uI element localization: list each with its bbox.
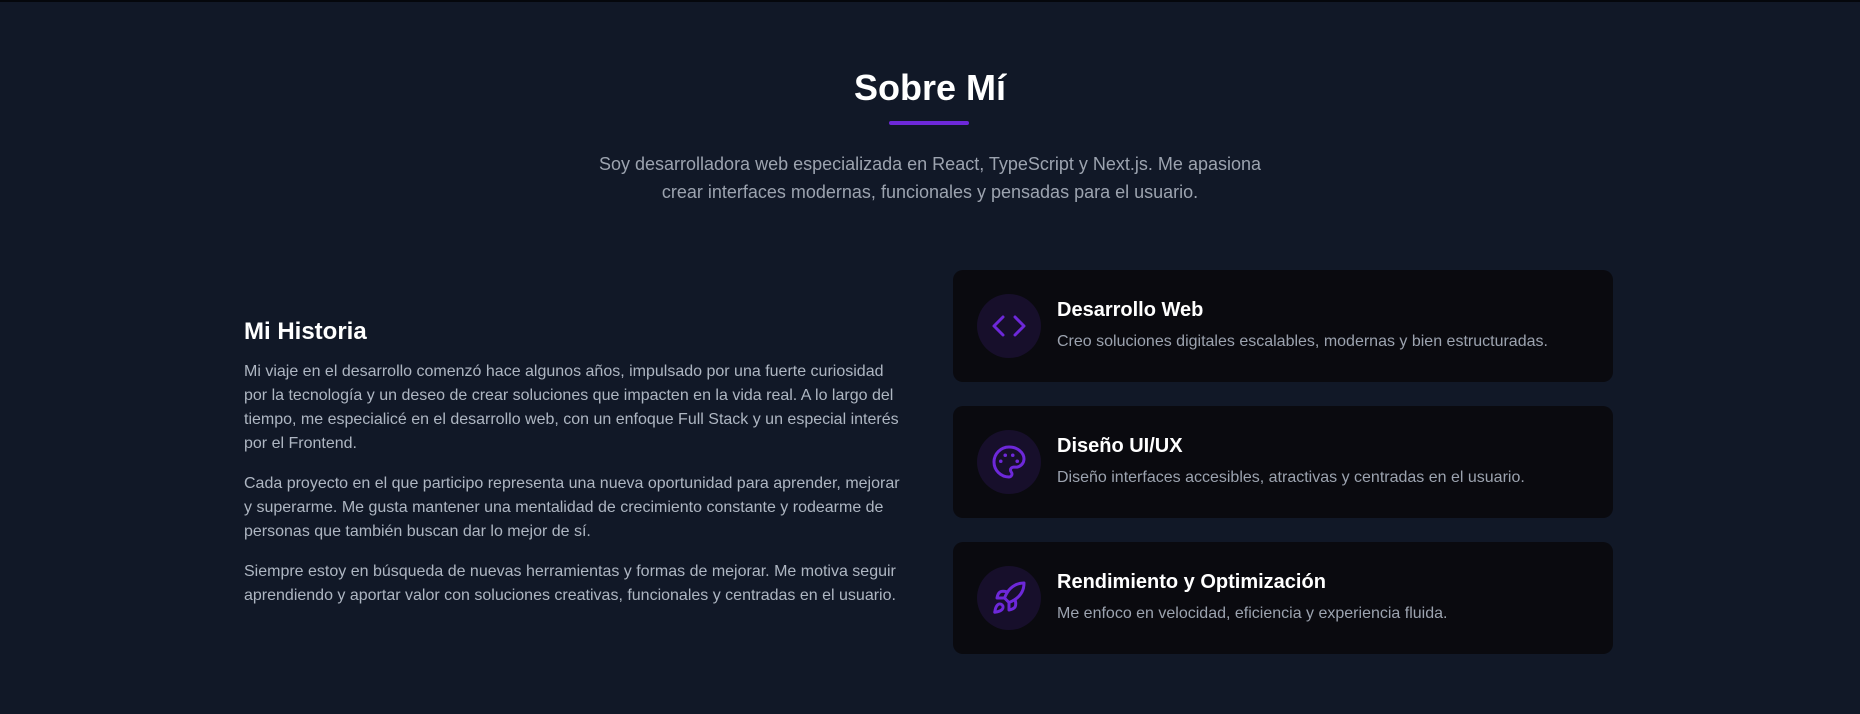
card-description: Diseño interfaces accesibles, atractivas… <box>1057 469 1525 486</box>
card-title: Rendimiento y Optimización <box>1057 571 1326 593</box>
top-border <box>0 0 1860 2</box>
card-description: Creo soluciones digitales escalables, mo… <box>1057 333 1548 350</box>
section-intro: Soy desarrolladora web especializada en … <box>598 154 1262 202</box>
card-title: Desarrollo Web <box>1057 299 1204 321</box>
title-underline <box>889 121 969 125</box>
palette-icon <box>977 430 1041 494</box>
card-title: Diseño UI/UX <box>1057 435 1183 457</box>
skills-cards: Desarrollo Web Creo soluciones digitales… <box>953 270 1613 678</box>
section-title: Sobre Mí <box>853 67 1006 108</box>
story-block: Mi Historia Mi viaje en el desarrollo co… <box>244 314 910 624</box>
card-description: Me enfoco en velocidad, eficiencia y exp… <box>1057 605 1448 622</box>
rocket-icon <box>977 566 1041 630</box>
card-web-development: Desarrollo Web Creo soluciones digitales… <box>953 270 1613 382</box>
card-ui-ux-design: Diseño UI/UX Diseño interfaces accesible… <box>953 406 1613 518</box>
story-paragraph: Siempre estoy en búsqueda de nuevas herr… <box>244 563 896 604</box>
story-paragraph: Mi viaje en el desarrollo comenzó hace a… <box>244 363 899 452</box>
card-performance: Rendimiento y Optimización Me enfoco en … <box>953 542 1613 654</box>
code-icon <box>977 294 1041 358</box>
story-title: Mi Historia <box>244 318 367 345</box>
story-paragraph: Cada proyecto en el que participo repres… <box>244 475 900 540</box>
